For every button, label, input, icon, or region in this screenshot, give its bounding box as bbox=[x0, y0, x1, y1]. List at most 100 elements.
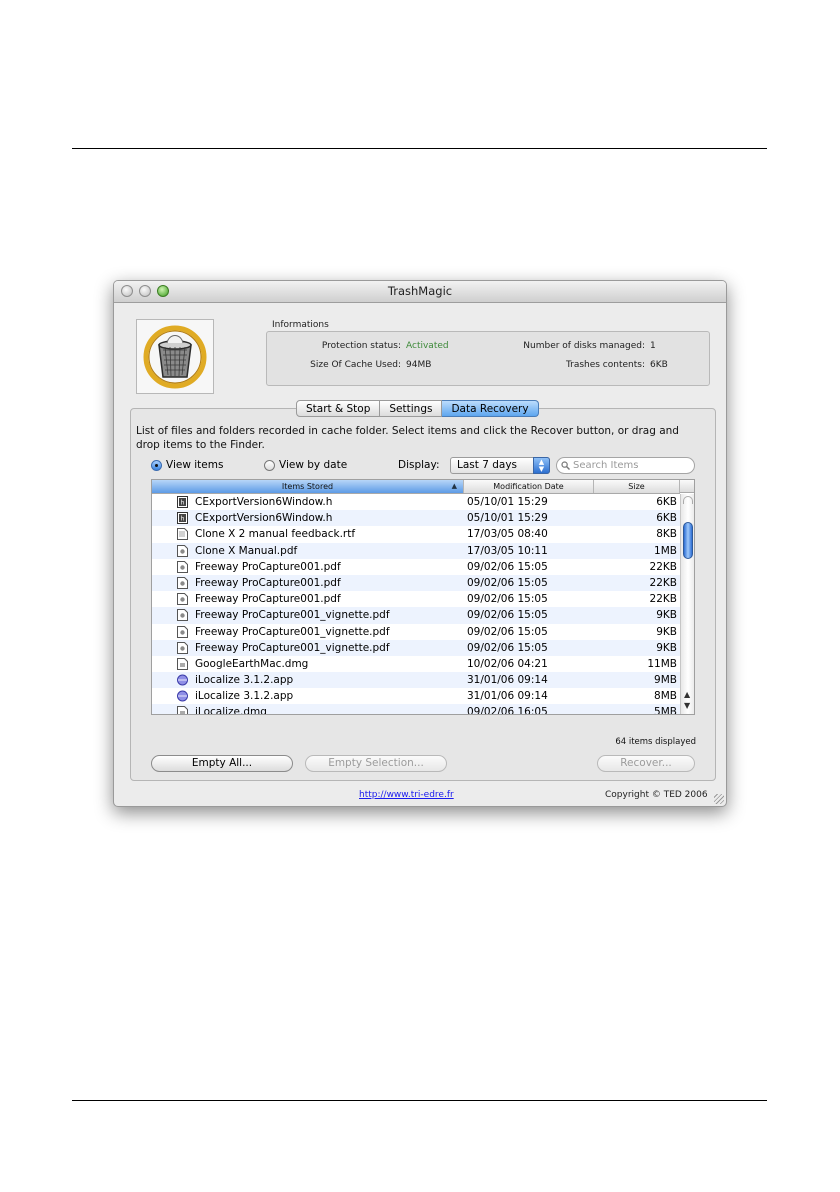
resize-grip-icon[interactable] bbox=[714, 794, 724, 804]
table-row[interactable]: iLocalize.dmg 09/02/06 16:05 5MB bbox=[152, 704, 680, 715]
table-header: Items Stored ▲ Modification Date Size bbox=[152, 480, 680, 494]
item-size: 22KB bbox=[649, 593, 677, 606]
column-items-stored-label: Items Stored bbox=[281, 482, 334, 491]
item-name: CExportVersion6Window.h bbox=[195, 496, 333, 508]
item-date: 10/02/06 04:21 bbox=[467, 657, 548, 670]
item-name: Freeway ProCapture001_vignette.pdf bbox=[195, 625, 390, 638]
item-size: 8MB bbox=[654, 690, 677, 703]
vertical-scrollbar[interactable]: ▲ ▼ bbox=[680, 494, 694, 714]
info-group-title: Informations bbox=[272, 320, 329, 330]
table-row[interactable]: GoogleEarthMac.dmg 10/02/06 04:21 11MB bbox=[152, 656, 680, 672]
empty-all-button[interactable]: Empty All... bbox=[151, 755, 293, 772]
search-placeholder: Search Items bbox=[573, 460, 639, 471]
item-size: 5MB bbox=[654, 706, 677, 715]
table-row[interactable]: iLocalize 3.1.2.app 31/01/06 09:14 8MB bbox=[152, 688, 680, 704]
item-date: 09/02/06 15:05 bbox=[467, 641, 548, 654]
item-size: 9KB bbox=[656, 609, 677, 622]
pdf-file-icon bbox=[177, 641, 188, 654]
item-name: iLocalize.dmg bbox=[195, 706, 267, 715]
column-size[interactable]: Size bbox=[594, 480, 680, 493]
cache-size-value: 94MB bbox=[406, 360, 432, 370]
search-icon bbox=[561, 461, 570, 470]
table-rows: h CExportVersion6Window.h 05/10/01 15:29… bbox=[152, 494, 680, 715]
tab-start-stop[interactable]: Start & Stop bbox=[296, 400, 381, 417]
item-name: Freeway ProCapture001.pdf bbox=[195, 576, 341, 589]
table-row[interactable]: Clone X Manual.pdf 17/03/05 10:11 1MB bbox=[152, 542, 680, 559]
item-date: 09/02/06 15:05 bbox=[467, 560, 548, 573]
item-size: 8KB bbox=[656, 528, 677, 541]
protection-status-label: Protection status: bbox=[321, 341, 401, 351]
table-row[interactable]: Freeway ProCapture001.pdf 09/02/06 15:05… bbox=[152, 591, 680, 607]
item-size: 11MB bbox=[647, 657, 677, 670]
item-date: 09/02/06 15:05 bbox=[467, 593, 548, 606]
table-row[interactable]: Clone X 2 manual feedback.rtf 17/03/05 0… bbox=[152, 526, 680, 542]
view-by-date-label: View by date bbox=[279, 459, 348, 471]
search-input[interactable]: Search Items bbox=[556, 457, 695, 474]
view-items-radio[interactable] bbox=[151, 459, 162, 471]
sort-ascending-icon: ▲ bbox=[451, 482, 457, 490]
pdf-file-icon bbox=[177, 544, 188, 557]
scroll-up-arrow-icon[interactable]: ▲ bbox=[684, 691, 690, 699]
disk-image-icon bbox=[177, 706, 188, 714]
table-row[interactable]: Freeway ProCapture001.pdf 09/02/06 15:05… bbox=[152, 559, 680, 575]
item-date: 31/01/06 09:14 bbox=[467, 690, 548, 703]
empty-selection-button[interactable]: Empty Selection... bbox=[305, 755, 447, 772]
display-select[interactable]: Last 7 days ▲ ▼ bbox=[450, 457, 550, 474]
info-box: Protection status: Activated Number of d… bbox=[266, 331, 710, 386]
page-bottom-rule bbox=[72, 1100, 767, 1101]
view-items-option[interactable]: View items bbox=[151, 459, 223, 471]
disk-image-icon bbox=[177, 657, 188, 670]
item-size: 1MB bbox=[654, 544, 677, 557]
column-modification-date-label: Modification Date bbox=[493, 482, 564, 491]
trashes-contents-value: 6KB bbox=[650, 360, 668, 370]
item-date: 09/02/06 15:05 bbox=[467, 625, 548, 638]
item-date: 17/03/05 08:40 bbox=[467, 528, 548, 541]
item-name: CExportVersion6Window.h bbox=[195, 512, 333, 525]
table-row[interactable]: Freeway ProCapture001_vignette.pdf 09/02… bbox=[152, 639, 680, 656]
column-modification-date[interactable]: Modification Date bbox=[464, 480, 594, 493]
table-header-corner bbox=[680, 480, 694, 493]
pdf-file-icon bbox=[177, 609, 188, 622]
rtf-file-icon bbox=[177, 528, 188, 541]
item-size: 9KB bbox=[656, 641, 677, 654]
item-date: 09/02/06 16:05 bbox=[467, 706, 548, 715]
page-top-rule bbox=[72, 148, 767, 149]
svg-text:h: h bbox=[181, 500, 185, 507]
tab-data-recovery[interactable]: Data Recovery bbox=[442, 400, 539, 417]
view-by-date-radio[interactable] bbox=[264, 459, 275, 471]
window-title: TrashMagic bbox=[387, 284, 453, 298]
item-size: 6KB bbox=[656, 496, 677, 508]
tab-bar: Start & Stop Settings Data Recovery bbox=[296, 400, 539, 417]
scrollbar-cap bbox=[683, 496, 693, 504]
website-link[interactable]: http://www.tri-edre.fr bbox=[359, 790, 454, 800]
table-row[interactable]: Freeway ProCapture001_vignette.pdf 09/02… bbox=[152, 624, 680, 640]
svg-text:h: h bbox=[181, 516, 185, 523]
item-name: Freeway ProCapture001.pdf bbox=[195, 560, 341, 573]
table-row[interactable]: h CExportVersion6Window.h 05/10/01 15:29… bbox=[152, 510, 680, 527]
pdf-file-icon bbox=[177, 625, 188, 638]
trash-basket-icon bbox=[143, 325, 207, 389]
scroll-down-arrow-icon[interactable]: ▼ bbox=[684, 702, 690, 710]
table-row[interactable]: iLocalize 3.1.2.app 31/01/06 09:14 9MB bbox=[152, 672, 680, 689]
disks-managed-label: Number of disks managed: bbox=[523, 341, 645, 351]
item-name: Clone X 2 manual feedback.rtf bbox=[195, 528, 356, 541]
table-row[interactable]: h CExportVersion6Window.h 05/10/01 15:29… bbox=[152, 494, 680, 510]
item-date: 05/10/01 15:29 bbox=[467, 512, 548, 525]
column-items-stored[interactable]: Items Stored ▲ bbox=[152, 480, 464, 493]
tab-settings[interactable]: Settings bbox=[380, 400, 443, 417]
table-row[interactable]: Freeway ProCapture001_vignette.pdf 09/02… bbox=[152, 607, 680, 624]
column-size-label: Size bbox=[628, 482, 645, 491]
item-date: 31/01/06 09:14 bbox=[467, 674, 548, 687]
item-name: Freeway ProCapture001.pdf bbox=[195, 593, 341, 606]
item-size: 6KB bbox=[656, 512, 677, 525]
item-date: 09/02/06 15:05 bbox=[467, 576, 548, 589]
disks-managed-value: 1 bbox=[650, 341, 656, 351]
item-name: Freeway ProCapture001_vignette.pdf bbox=[195, 641, 390, 654]
view-by-date-option[interactable]: View by date bbox=[264, 459, 347, 471]
item-date: 05/10/01 15:29 bbox=[467, 496, 548, 508]
display-select-value: Last 7 days bbox=[457, 459, 518, 471]
scrollbar-thumb[interactable] bbox=[683, 522, 693, 559]
recover-button[interactable]: Recover... bbox=[597, 755, 695, 772]
title-bar[interactable]: TrashMagic bbox=[114, 281, 726, 303]
table-row[interactable]: Freeway ProCapture001.pdf 09/02/06 15:05… bbox=[152, 574, 680, 592]
